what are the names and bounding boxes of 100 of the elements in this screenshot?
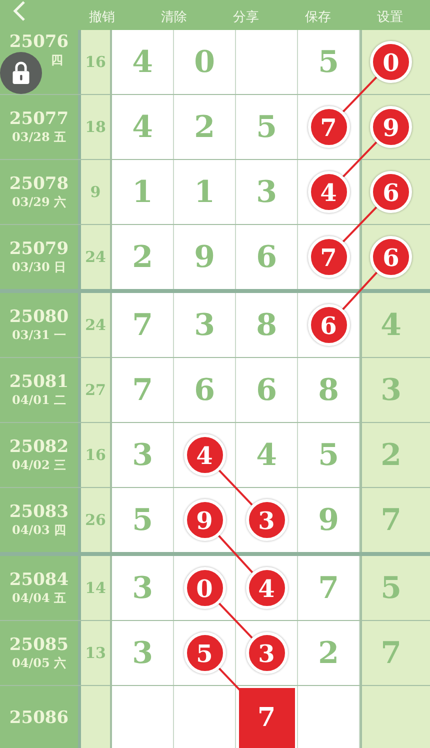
- sum-value: 26: [85, 511, 106, 529]
- table-cell[interactable]: 7: [298, 556, 360, 620]
- table-cell[interactable]: 4: [174, 423, 236, 487]
- digit: 0: [194, 44, 215, 80]
- table-cell[interactable]: 4: [298, 160, 360, 224]
- sum-value: 13: [85, 644, 106, 662]
- table-cell[interactable]: 1: [174, 160, 236, 224]
- table-cell[interactable]: 5: [298, 30, 360, 94]
- draw-date: 03/31 一: [12, 326, 66, 344]
- table-cell[interactable]: 5: [174, 621, 236, 685]
- table-cell[interactable]: 2: [174, 95, 236, 159]
- table-cell[interactable]: 3: [236, 621, 298, 685]
- table-cell[interactable]: 4: [112, 95, 174, 159]
- table-cell[interactable]: 5: [236, 95, 298, 159]
- digit: 1: [194, 174, 215, 210]
- draw-date: 04/04 五: [12, 590, 66, 606]
- period-number: 25080: [9, 306, 69, 326]
- table-cell[interactable]: 2: [298, 621, 360, 685]
- padlock-icon: [10, 61, 32, 85]
- digit: 7: [132, 372, 153, 408]
- toolbar-button[interactable]: 清除: [138, 8, 210, 30]
- table-cell[interactable]: 8: [298, 358, 360, 422]
- table-cell[interactable]: 7: [112, 358, 174, 422]
- table-cell[interactable]: [112, 686, 174, 748]
- period-number: 25077: [9, 108, 69, 128]
- selected-ball[interactable]: 6: [370, 236, 412, 278]
- table-cell[interactable]: 3: [112, 621, 174, 685]
- table-cell[interactable]: 9: [174, 225, 236, 289]
- digit: 5: [318, 438, 339, 472]
- period-number: 25083: [9, 502, 69, 522]
- digit: 3: [132, 570, 153, 606]
- sum-value: 18: [85, 118, 106, 136]
- digit: 9: [194, 240, 215, 274]
- table-cell[interactable]: 5: [112, 488, 174, 552]
- selected-ball[interactable]: 6: [370, 171, 412, 213]
- digit: 5: [256, 110, 277, 144]
- table-cell[interactable]: 4: [236, 423, 298, 487]
- digit: 3: [132, 438, 153, 472]
- draw-date: 04/05 六: [12, 654, 66, 672]
- digit: 8: [318, 372, 339, 408]
- digit: 7: [318, 570, 339, 606]
- table-cell[interactable]: 4: [112, 30, 174, 94]
- period-number: 25079: [9, 238, 69, 258]
- sum-value: 24: [85, 316, 106, 334]
- digit: 4: [256, 438, 277, 472]
- sum-value: 16: [85, 53, 106, 71]
- table-cell[interactable]: 3: [112, 556, 174, 620]
- table-cell[interactable]: 9: [174, 488, 236, 552]
- sum-value: 14: [85, 579, 106, 597]
- digit: 4: [132, 110, 153, 144]
- table-cell[interactable]: [298, 686, 360, 748]
- toolbar-button[interactable]: 分享: [210, 8, 282, 30]
- period-number: 25076: [9, 32, 69, 52]
- toolbar-button[interactable]: 设置: [354, 8, 426, 30]
- selected-ball[interactable]: 0: [370, 41, 412, 83]
- toolbar-button[interactable]: 保存: [282, 8, 354, 30]
- digit: 2: [380, 438, 402, 472]
- period-number: 25084: [9, 570, 69, 590]
- table-cell[interactable]: 3: [236, 160, 298, 224]
- table-cell[interactable]: 3: [236, 488, 298, 552]
- digit: 4: [132, 44, 153, 80]
- table-cell[interactable]: 5: [298, 423, 360, 487]
- table-cell[interactable]: 3: [174, 293, 236, 357]
- period-number: 25082: [9, 436, 69, 456]
- table-cell[interactable]: 7: [112, 293, 174, 357]
- table-cell[interactable]: 7: [298, 95, 360, 159]
- draw-date: 03/28 五: [12, 128, 66, 146]
- table-cell[interactable]: 6: [298, 293, 360, 357]
- table-cell[interactable]: 4: [236, 556, 298, 620]
- sum-value: 16: [85, 446, 106, 464]
- digit: 6: [256, 372, 277, 408]
- back-icon[interactable]: [12, 0, 26, 22]
- digit: 3: [194, 308, 215, 342]
- table-cell[interactable]: 1: [112, 160, 174, 224]
- digit: 7: [132, 308, 153, 342]
- table-cell[interactable]: 0: [174, 30, 236, 94]
- digit: 2: [132, 240, 153, 274]
- table-cell[interactable]: [174, 686, 236, 748]
- table-cell[interactable]: 6: [174, 358, 236, 422]
- table-cell[interactable]: 6: [236, 358, 298, 422]
- digit: 5: [380, 570, 402, 606]
- table-cell[interactable]: 6: [236, 225, 298, 289]
- draw-date: 03/29 六: [12, 194, 66, 210]
- table-cell[interactable]: 7: [298, 225, 360, 289]
- period-number: 25086: [9, 708, 69, 728]
- digit: 4: [380, 308, 402, 342]
- digit: 6: [194, 372, 215, 408]
- table-cell[interactable]: 9: [298, 488, 360, 552]
- selected-ball[interactable]: 9: [370, 106, 412, 148]
- table-cell[interactable]: 0: [174, 556, 236, 620]
- sum-value: 27: [85, 381, 106, 399]
- period-number: 25078: [9, 174, 69, 194]
- draw-date: 04/02 三: [12, 456, 66, 474]
- period-number: 25085: [9, 634, 69, 654]
- digit: 8: [256, 308, 277, 342]
- table-cell[interactable]: 2: [112, 225, 174, 289]
- table-cell[interactable]: 3: [112, 423, 174, 487]
- table-cell[interactable]: [236, 30, 298, 94]
- table-cell[interactable]: 8: [236, 293, 298, 357]
- toolbar-button[interactable]: 撤销: [66, 8, 138, 30]
